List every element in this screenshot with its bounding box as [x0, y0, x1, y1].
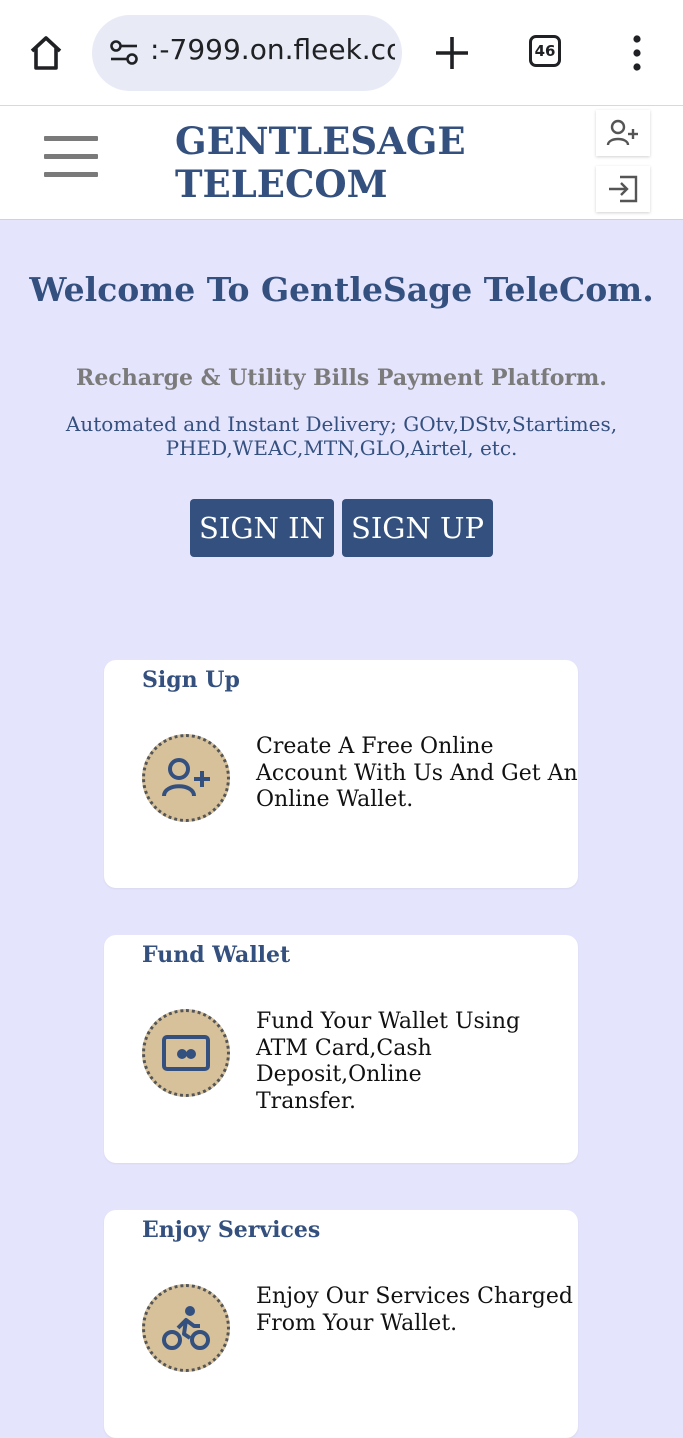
service-description-line-1: Automated and Instant Delivery; GOtv,DSt…: [65, 412, 618, 436]
sign-up-button[interactable]: SIGN UP: [342, 499, 493, 557]
card-icon-circle: [142, 1284, 230, 1372]
card-icon-circle: [142, 1009, 230, 1097]
brand-logo-text[interactable]: GENTLESAGE TELECOM: [175, 120, 466, 206]
sign-in-button[interactable]: SIGN IN: [190, 499, 334, 557]
home-icon[interactable]: [26, 33, 66, 73]
brand-line-1: GENTLESAGE: [175, 119, 466, 163]
card-text: Create A Free Online Account With Us And…: [256, 734, 578, 812]
page-title: Welcome To GentleSage TeleCom.: [29, 270, 654, 309]
add-user-icon: [162, 758, 210, 797]
add-user-icon: [606, 119, 638, 146]
tab-count: 46: [534, 42, 556, 60]
menu-icon[interactable]: [44, 136, 98, 178]
login-icon: [609, 175, 638, 203]
service-description-line-2: PHED,WEAC,MTN,GLO,Airtel, etc.: [165, 436, 518, 460]
card-text: Enjoy Our Services Charged From Your Wal…: [256, 1284, 573, 1336]
new-tab-icon[interactable]: [432, 33, 472, 73]
fund-wallet-card: Fund Wallet Fund Your Wallet Using ATM C…: [104, 935, 578, 1163]
card-icon-circle: [142, 734, 230, 822]
url-text[interactable]: :-7999.on.fleek.co: [150, 33, 395, 66]
service-description: Automated and Instant Delivery; GOtv,DSt…: [60, 412, 623, 460]
card-title: Enjoy Services: [142, 1217, 321, 1243]
browser-toolbar: :-7999.on.fleek.co 46: [0, 0, 683, 106]
sign-up-card: Sign Up Create A Free Online Account Wit…: [104, 660, 578, 888]
tab-switcher-icon[interactable]: 46: [529, 35, 561, 67]
brand-line-2: TELECOM: [175, 162, 388, 206]
enjoy-services-card: Enjoy Services Enjoy Our Services Charge…: [104, 1210, 578, 1438]
site-settings-icon[interactable]: [108, 37, 140, 69]
card-title: Fund Wallet: [142, 942, 291, 968]
site-header: GENTLESAGE TELECOM: [0, 106, 683, 220]
cyclist-icon: [162, 1306, 210, 1350]
more-menu-icon[interactable]: [625, 33, 649, 73]
card-title: Sign Up: [142, 667, 240, 693]
tagline: Recharge & Utility Bills Payment Platfor…: [76, 365, 607, 391]
register-button[interactable]: [596, 110, 650, 156]
card-text: Fund Your Wallet Using ATM Card,Cash Dep…: [256, 1009, 521, 1114]
wallet-icon: [162, 1035, 210, 1071]
login-button[interactable]: [596, 166, 650, 212]
